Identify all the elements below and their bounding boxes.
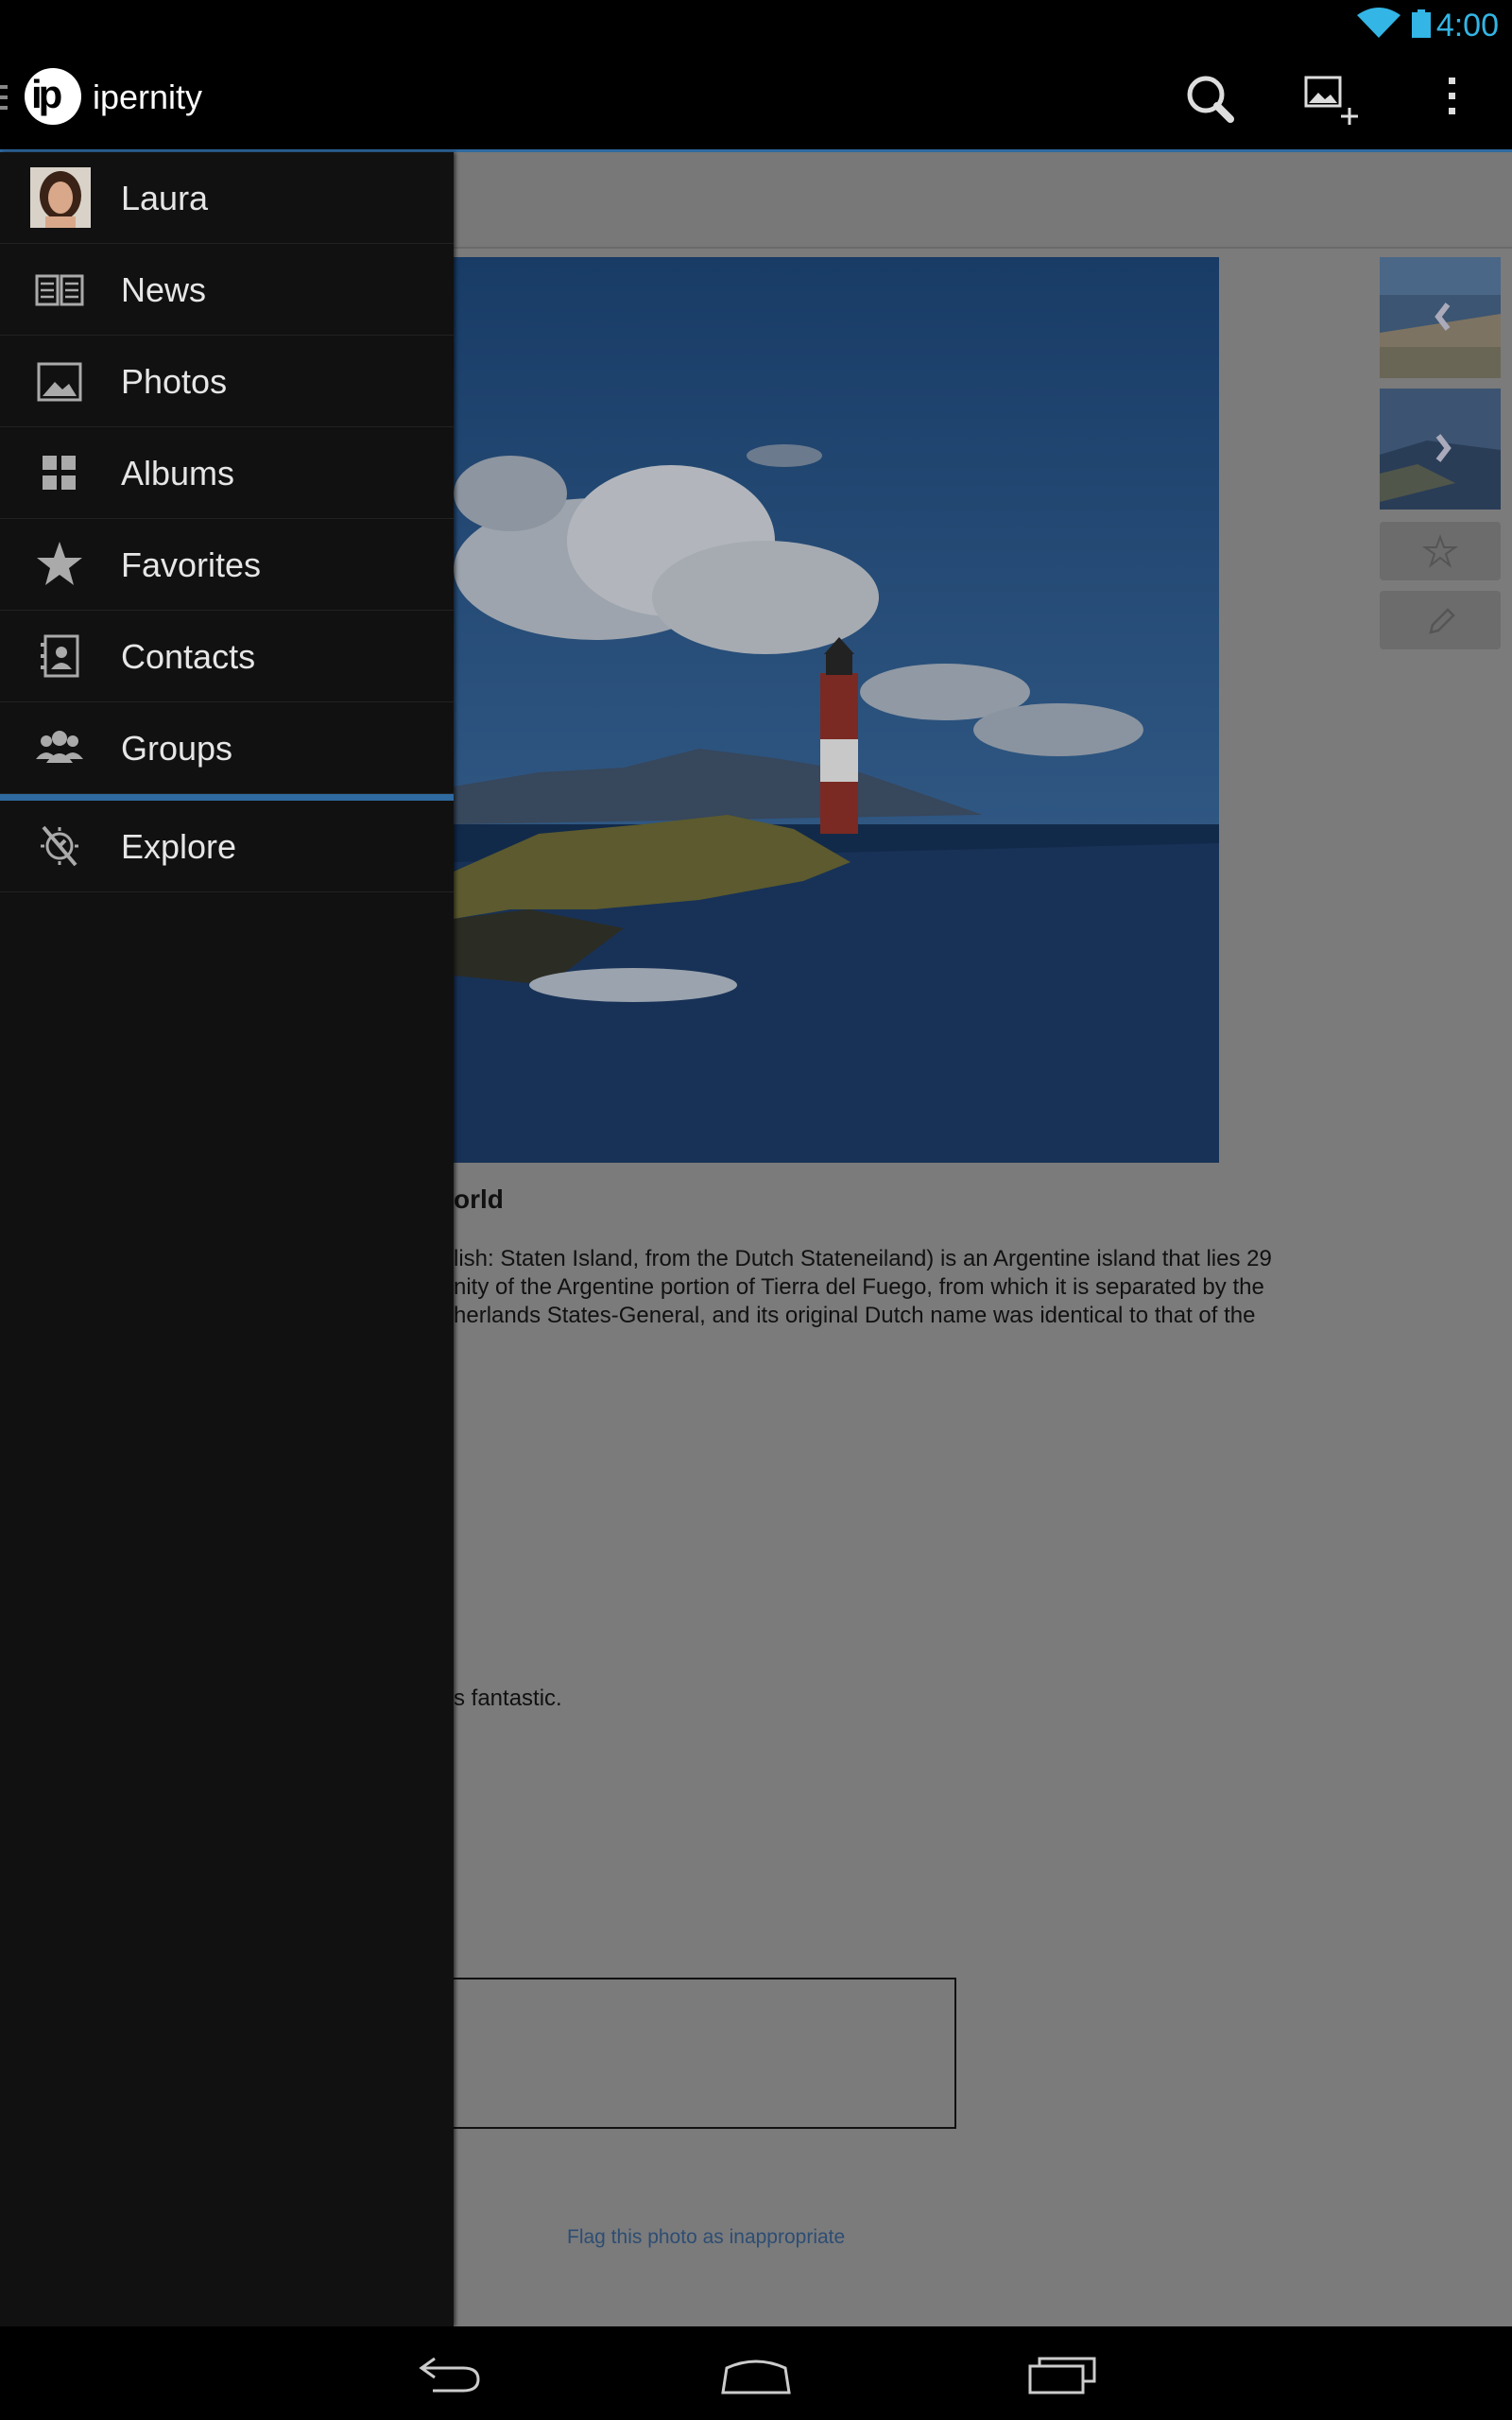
main-photo[interactable]: [454, 257, 1219, 1163]
next-photo-thumbnail[interactable]: [1380, 389, 1501, 510]
drawer-item-favorites[interactable]: Favorites: [0, 519, 454, 611]
drawer-item-label: Laura: [121, 179, 209, 217]
star-icon: [37, 542, 82, 585]
user-avatar-image: [30, 167, 91, 228]
coast-thumbnail: [1380, 389, 1501, 510]
drawer-item-label: News: [121, 270, 207, 309]
explore-icon: [41, 825, 78, 867]
back-button[interactable]: [406, 2347, 491, 2400]
drawer-item-label: Photos: [121, 362, 228, 401]
add-photo-icon: [1304, 76, 1358, 125]
drawer-item-contacts[interactable]: Contacts: [0, 611, 454, 702]
groups-icon: [36, 731, 83, 763]
flag-photo-link[interactable]: Flag this photo as inappropriate: [567, 2226, 845, 2249]
photo-description: lish: Staten Island, from the Dutch Stat…: [454, 1245, 1351, 1330]
home-button[interactable]: [713, 2347, 799, 2400]
favorite-button[interactable]: [1380, 522, 1501, 580]
edit-button[interactable]: [1380, 591, 1501, 649]
drawer-indicator-icon[interactable]: [0, 85, 8, 116]
recent-apps-button[interactable]: [1022, 2347, 1108, 2400]
overflow-menu-icon: [1449, 78, 1455, 114]
drawer-section-divider: [0, 794, 454, 801]
pencil-icon: [1429, 608, 1455, 634]
drawer-item-label: Explore: [121, 827, 237, 866]
status-bar: 4:00: [0, 0, 1512, 47]
description-line: lish: Staten Island, from the Dutch Stat…: [454, 1246, 1272, 1271]
recent-apps-icon: [1028, 2357, 1096, 2394]
contacts-icon: [41, 634, 79, 678]
system-navigation-bar: [0, 2326, 1512, 2420]
comment-text: s fantastic.: [454, 1685, 562, 1711]
drawer-item-groups[interactable]: Groups: [0, 702, 454, 794]
drawer-item-news[interactable]: News: [0, 244, 454, 336]
lighthouse-photo: [454, 257, 1219, 1163]
news-icon: [35, 274, 84, 306]
wifi-icon: [1357, 8, 1400, 38]
drawer-item-label: Albums: [121, 454, 235, 493]
action-bar: ip ipernity: [0, 47, 1512, 152]
app-title[interactable]: ipernity: [93, 78, 202, 117]
home-icon: [721, 2360, 791, 2394]
navigation-drawer: Laura News Photos Albums Favorites Conta…: [0, 152, 454, 2326]
drawer-item-profile[interactable]: Laura: [0, 152, 454, 244]
albums-icon: [43, 456, 76, 490]
description-line: nity of the Argentine portion of Tierra …: [454, 1274, 1264, 1300]
search-button[interactable]: [1172, 66, 1247, 132]
photos-icon: [37, 362, 82, 402]
search-icon: [1187, 76, 1234, 123]
drawer-item-label: Groups: [121, 729, 233, 768]
drawer-item-explore[interactable]: Explore: [0, 801, 454, 892]
clock: 4:00: [1435, 8, 1499, 43]
battery-icon: [1412, 9, 1431, 38]
logo-text: ip: [31, 72, 62, 116]
overflow-menu-button[interactable]: [1414, 66, 1489, 132]
star-outline-icon: [1421, 534, 1459, 568]
beach-thumbnail: [1380, 257, 1501, 378]
drawer-item-photos[interactable]: Photos: [0, 336, 454, 427]
comment-input[interactable]: [444, 1978, 956, 2129]
back-icon: [419, 2357, 480, 2393]
drawer-item-label: Contacts: [121, 637, 256, 676]
upload-photo-button[interactable]: [1295, 66, 1370, 132]
drawer-item-albums[interactable]: Albums: [0, 427, 454, 519]
avatar: [30, 167, 91, 228]
app-logo[interactable]: ip: [25, 68, 81, 125]
description-line: herlands States-General, and its origina…: [454, 1303, 1256, 1328]
drawer-item-label: Favorites: [121, 545, 262, 584]
previous-photo-thumbnail[interactable]: [1380, 257, 1501, 378]
photo-title: orld: [454, 1184, 504, 1214]
